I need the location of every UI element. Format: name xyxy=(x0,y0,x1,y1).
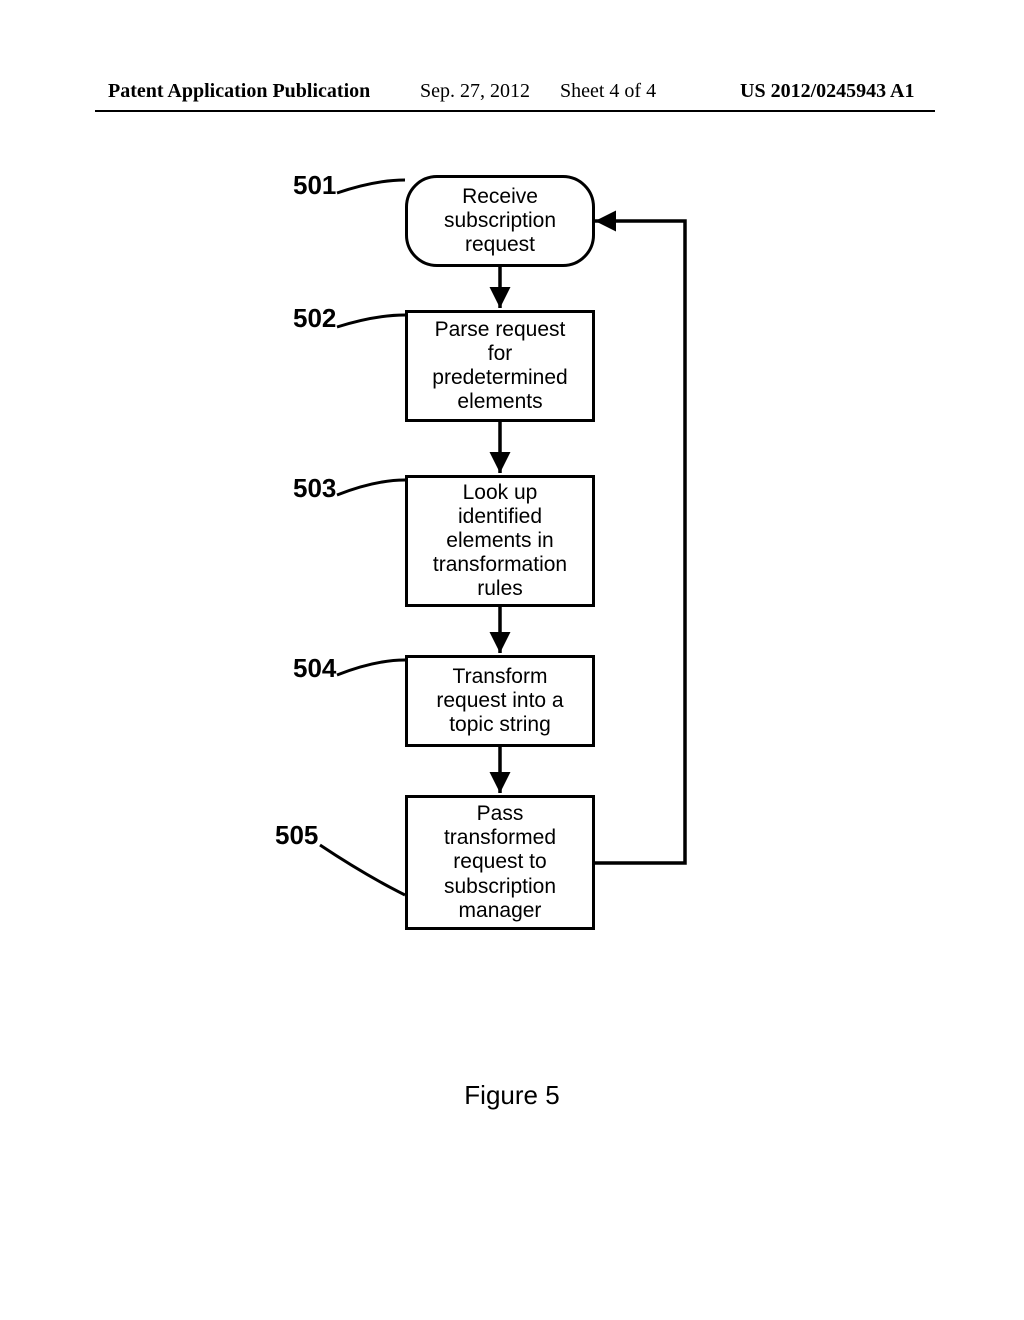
node-text: Parse request xyxy=(435,318,566,342)
node-text: topic string xyxy=(449,713,551,737)
node-lookup-rules: Look up identified elements in transform… xyxy=(405,475,595,607)
node-parse-request: Parse request for predetermined elements xyxy=(405,310,595,422)
document-number: US 2012/0245943 A1 xyxy=(740,80,914,103)
node-text: subscription xyxy=(444,209,556,233)
figure-caption: Figure 5 xyxy=(0,1080,1024,1111)
node-text: rules xyxy=(477,577,523,601)
node-text: Pass xyxy=(477,802,524,826)
ref-502: 502 xyxy=(293,303,336,334)
node-receive-subscription-request: Receive subscription request xyxy=(405,175,595,267)
node-text: request into a xyxy=(436,689,563,713)
node-text: predetermined xyxy=(432,366,567,390)
node-transform-request: Transform request into a topic string xyxy=(405,655,595,747)
node-text: Look up xyxy=(463,481,538,505)
node-text: Transform xyxy=(453,665,548,689)
node-text: elements xyxy=(457,390,542,414)
node-text: Receive xyxy=(462,185,538,209)
node-text: elements in xyxy=(446,529,553,553)
publication-label: Patent Application Publication xyxy=(108,80,370,103)
node-text: request to xyxy=(453,850,546,874)
node-text: for xyxy=(488,342,513,366)
node-text: request xyxy=(465,233,535,257)
node-text: subscription xyxy=(444,875,556,899)
node-text: transformed xyxy=(444,826,556,850)
node-text: transformation xyxy=(433,553,567,577)
ref-505: 505 xyxy=(275,820,318,851)
ref-504: 504 xyxy=(293,653,336,684)
sheet-info: Sheet 4 of 4 xyxy=(560,80,656,103)
ref-501: 501 xyxy=(293,170,336,201)
ref-503: 503 xyxy=(293,473,336,504)
node-pass-to-manager: Pass transformed request to subscription… xyxy=(405,795,595,930)
node-text: identified xyxy=(458,505,542,529)
flowchart: 501 502 503 504 505 Receive subscription… xyxy=(265,175,825,1005)
header-divider xyxy=(95,110,935,112)
publication-date: Sep. 27, 2012 xyxy=(420,80,530,103)
node-text: manager xyxy=(459,899,542,923)
